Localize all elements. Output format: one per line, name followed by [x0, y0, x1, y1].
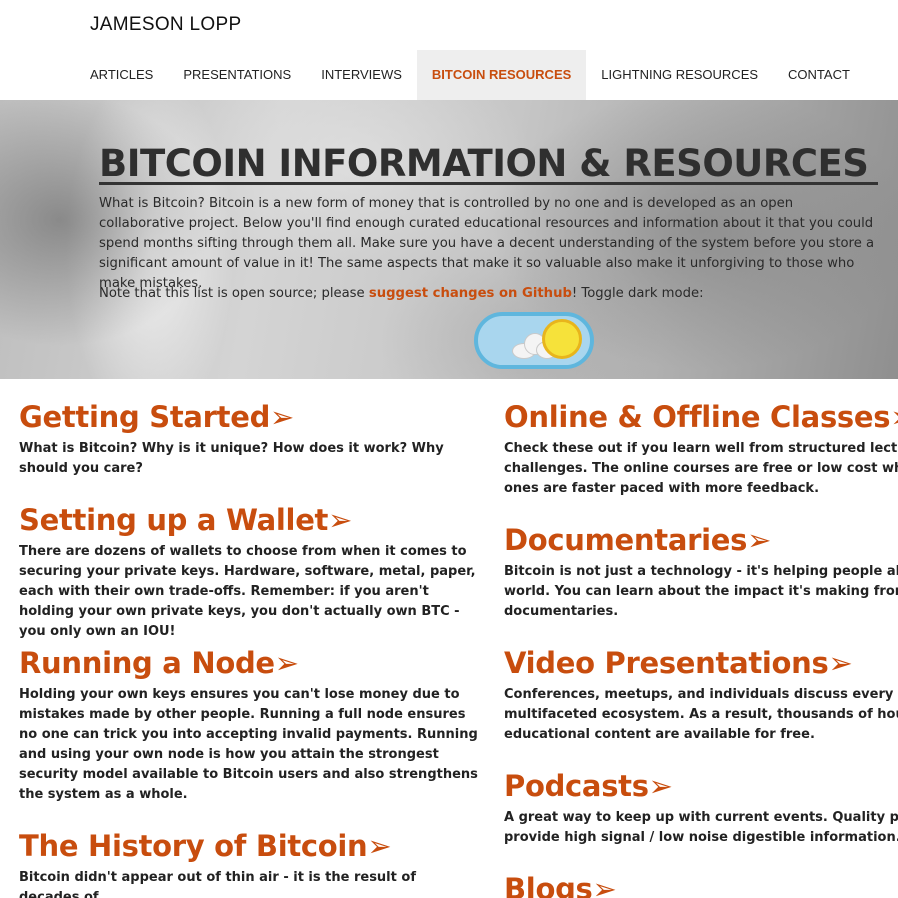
desc-line: Conferences, meetups, and individuals di…: [504, 687, 898, 702]
section-podcasts: Podcasts➢ A great way to keep up with cu…: [504, 768, 898, 848]
desc-line: educational content are available for fr…: [504, 727, 815, 742]
nav-contact[interactable]: CONTACT: [773, 50, 865, 100]
section-title-getting-started[interactable]: Getting Started➢: [19, 399, 479, 435]
desc-line: world. You can learn about the impact it…: [504, 584, 898, 599]
nav-interviews[interactable]: INTERVIEWS: [306, 50, 417, 100]
section-title-podcasts[interactable]: Podcasts➢: [504, 768, 898, 804]
section-title-wallet[interactable]: Setting up a Wallet➢: [19, 502, 479, 538]
section-blogs: Blogs➢: [504, 871, 617, 898]
section-desc-documentaries: Bitcoin is not just a technology - it's …: [504, 562, 898, 622]
section-desc-node: Holding your own keys ensures you can't …: [19, 687, 478, 802]
github-link[interactable]: suggest changes on Github: [369, 286, 572, 301]
main-nav: ARTICLES PRESENTATIONS INTERVIEWS BITCOI…: [75, 50, 865, 100]
desc-line: documentaries.: [504, 604, 619, 619]
title-underline: [99, 182, 878, 185]
nav-articles[interactable]: ARTICLES: [75, 50, 168, 100]
nav-presentations[interactable]: PRESENTATIONS: [168, 50, 306, 100]
section-title-history[interactable]: The History of Bitcoin➢: [19, 828, 479, 864]
desc-line: Check these out if you learn well from s…: [504, 441, 898, 456]
section-title-classes[interactable]: Online & Offline Classes➢: [504, 399, 898, 435]
desc-line: ones are faster paced with more feedback…: [504, 481, 820, 496]
desc-line: A great way to keep up with current even…: [504, 810, 898, 825]
desc-line: Bitcoin is not just a technology - it's …: [504, 564, 898, 579]
sun-icon: [542, 319, 582, 359]
section-documentaries: Documentaries➢ Bitcoin is not just a tec…: [504, 522, 898, 622]
desc-line: provide high signal / low noise digestib…: [504, 830, 898, 845]
dark-mode-toggle[interactable]: [474, 312, 594, 369]
section-desc-classes: Check these out if you learn well from s…: [504, 439, 898, 499]
open-source-note: Note that this list is open source; plea…: [99, 284, 879, 304]
nav-bitcoin-resources[interactable]: BITCOIN RESOURCES: [416, 50, 587, 100]
section-desc-videos: Conferences, meetups, and individuals di…: [504, 685, 898, 745]
section-history: The History of Bitcoin➢ Bitcoin didn't a…: [19, 828, 479, 898]
intro-paragraph: What is Bitcoin? Bitcoin is a new form o…: [99, 196, 875, 291]
section-title-videos[interactable]: Video Presentations➢: [504, 645, 898, 681]
note-prefix: Note that this list is open source; plea…: [99, 286, 369, 301]
page-title: BITCOIN INFORMATION & RESOURCES: [99, 142, 869, 185]
hero-banner: BITCOIN INFORMATION & RESOURCES What is …: [0, 100, 898, 379]
section-title-documentaries[interactable]: Documentaries➢: [504, 522, 898, 558]
section-classes: Online & Offline Classes➢ Check these ou…: [504, 399, 898, 499]
section-desc-wallet: There are dozens of wallets to choose fr…: [19, 544, 476, 639]
site-title[interactable]: JAMESON LOPP: [90, 14, 241, 36]
section-videos: Video Presentations➢ Conferences, meetup…: [504, 645, 898, 745]
section-desc-history: Bitcoin didn't appear out of thin air - …: [19, 870, 416, 898]
section-getting-started: Getting Started➢ What is Bitcoin? Why is…: [19, 399, 479, 479]
section-title-node[interactable]: Running a Node➢: [19, 645, 479, 681]
section-desc-podcasts: A great way to keep up with current even…: [504, 808, 898, 848]
resources-right-column: Online & Offline Classes➢ Check these ou…: [504, 379, 898, 898]
section-wallet: Setting up a Wallet➢ There are dozens of…: [19, 502, 479, 642]
nav-lightning-resources[interactable]: LIGHTNING RESOURCES: [586, 50, 773, 100]
desc-line: challenges. The online courses are free …: [504, 461, 898, 476]
note-suffix: ! Toggle dark mode:: [571, 286, 704, 301]
section-node: Running a Node➢ Holding your own keys en…: [19, 645, 479, 805]
section-desc-getting-started: What is Bitcoin? Why is it unique? How d…: [19, 441, 444, 476]
section-title-blogs[interactable]: Blogs➢: [504, 871, 617, 898]
desc-line: multifaceted ecosystem. As a result, tho…: [504, 707, 898, 722]
